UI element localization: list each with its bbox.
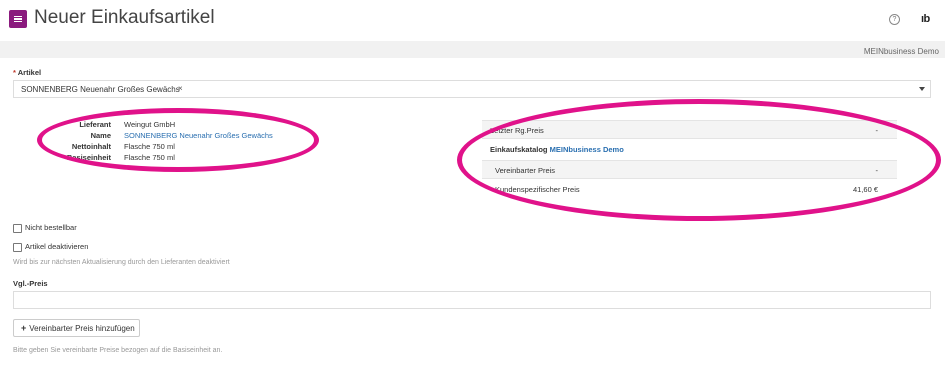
add-agreed-price-button[interactable]: + Vereinbarter Preis hinzufügen [13, 319, 140, 337]
help-icon[interactable]: ? [889, 14, 900, 25]
plus-icon: + [21, 323, 27, 333]
agreed-price-row: Vereinbarter Preis - [482, 160, 897, 179]
article-label: * Artikel [13, 68, 41, 77]
menu-button[interactable] [9, 10, 27, 28]
deactivate-hint: Wird bis zur nächsten Aktualisierung dur… [13, 259, 230, 266]
comparison-price-input[interactable] [13, 291, 931, 309]
catalog-label-text: Einkaufskatalog [490, 145, 548, 154]
clear-icon[interactable]: × [178, 84, 183, 93]
last-price-label: Letzter Rg.Preis [490, 126, 544, 135]
top-bar: Neuer Einkaufsartikel ? ıb [0, 0, 945, 41]
add-agreed-price-label: Vereinbarter Preis hinzufügen [29, 323, 135, 333]
supplier-key: Lieferant [79, 120, 111, 129]
customer-price-label: Kundenspezifischer Preis [495, 185, 580, 194]
net-content-value: Flasche 750 ml [124, 142, 175, 151]
name-key: Name [90, 131, 111, 140]
company-name: MEINbusiness Demo [863, 47, 939, 56]
catalog-link[interactable]: MEINbusiness Demo [550, 145, 624, 154]
last-price-row: Letzter Rg.Preis - [482, 120, 897, 139]
last-price-value: - [875, 126, 879, 135]
page-title: Neuer Einkaufsartikel [34, 7, 215, 28]
supplier-value: Weingut GmbH [124, 120, 176, 129]
article-select-value: SONNENBERG Neuenahr Großes Gewächs [21, 85, 180, 94]
catalog-row: Einkaufskatalog MEINbusiness Demo [482, 140, 897, 159]
form-content [0, 58, 945, 370]
article-label-text: Artikel [17, 68, 42, 77]
comparison-price-label: Vgl.-Preis [13, 279, 48, 288]
sub-bar [0, 41, 945, 58]
required-marker: * [13, 68, 16, 77]
agreed-price-label: Vereinbarter Preis [495, 166, 556, 175]
caret-down-icon[interactable] [919, 87, 925, 91]
catalog-label: Einkaufskatalog MEINbusiness Demo [490, 145, 624, 154]
name-link[interactable]: SONNENBERG Neuenahr Großes Gewächs [124, 131, 273, 140]
base-unit-key: Basiseinheit [66, 153, 111, 162]
customer-price-row: Kundenspezifischer Preis 41,60 € [482, 180, 897, 199]
customer-price-value: 41,60 € [852, 185, 878, 194]
deactivate-checkbox[interactable] [13, 243, 22, 252]
not-orderable-checkbox[interactable] [13, 224, 22, 233]
not-orderable-label: Nicht bestellbar [25, 223, 77, 232]
agreed-price-value: - [875, 166, 879, 175]
base-unit-hint: Bitte geben Sie vereinbarte Preise bezog… [13, 347, 223, 354]
net-content-key: Nettoinhalt [71, 142, 111, 151]
brand-logo-icon[interactable]: ıb [921, 13, 930, 25]
base-unit-value: Flasche 750 ml [124, 153, 175, 162]
hamburger-icon [14, 15, 22, 23]
deactivate-label: Artikel deaktivieren [25, 242, 89, 251]
article-select[interactable]: SONNENBERG Neuenahr Großes Gewächs × [13, 80, 931, 98]
